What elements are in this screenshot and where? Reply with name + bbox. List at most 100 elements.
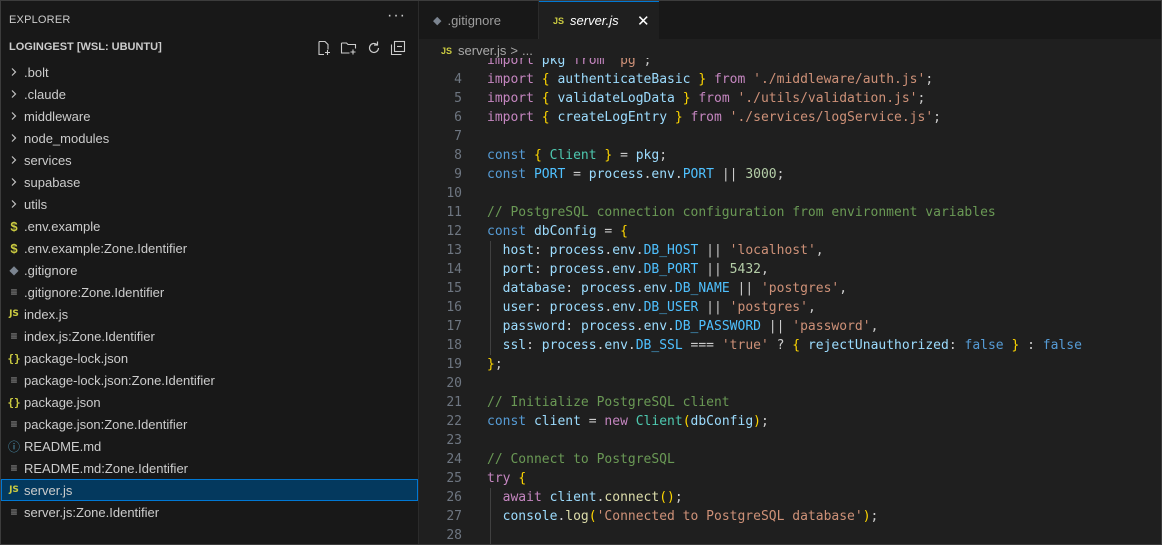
file-item[interactable]: JS index.js bbox=[1, 303, 418, 325]
code-line[interactable]: 24 // Connect to PostgreSQL bbox=[419, 450, 1161, 469]
code-line[interactable]: import pkg from 'pg'; bbox=[419, 58, 1161, 70]
file-item[interactable]: ≡ package.json:Zone.Identifier bbox=[1, 413, 418, 435]
tree-item-label: utils bbox=[24, 196, 48, 212]
tree-item-label: server.js bbox=[24, 482, 73, 498]
tree-item-label: server.js:Zone.Identifier bbox=[24, 504, 160, 520]
file-item[interactable]: $ .env.example bbox=[1, 215, 418, 237]
code-line[interactable]: 16 user: process.env.DB_USER || 'postgre… bbox=[419, 298, 1161, 317]
folder-item[interactable]: utils bbox=[1, 193, 418, 215]
code-line[interactable]: 8 const { Client } = pkg; bbox=[419, 146, 1161, 165]
code-line[interactable]: 25 try { bbox=[419, 469, 1161, 488]
code-line[interactable]: 20 bbox=[419, 374, 1161, 393]
file-item[interactable]: ⓘ README.md bbox=[1, 435, 418, 457]
file-item[interactable]: ≡ README.md:Zone.Identifier bbox=[1, 457, 418, 479]
code-line[interactable]: 12 const dbConfig = { bbox=[419, 222, 1161, 241]
tab-label: server.js bbox=[570, 13, 619, 28]
info-icon: ⓘ bbox=[7, 439, 20, 454]
json-icon: {} bbox=[7, 395, 21, 409]
collapse-all-icon[interactable] bbox=[390, 40, 406, 56]
tree-item-label: package.json bbox=[24, 394, 101, 410]
chevron-right-icon bbox=[7, 108, 21, 124]
code-line[interactable]: 15 database: process.env.DB_NAME || 'pos… bbox=[419, 279, 1161, 298]
explorer-sidebar: EXPLORER ··· LOGINGEST [WSL: UBUNTU] .bo… bbox=[1, 1, 419, 544]
tab-gitignore[interactable]: ◆ .gitignore bbox=[419, 1, 539, 39]
file-item[interactable]: $ .env.example:Zone.Identifier bbox=[1, 237, 418, 259]
code-line[interactable]: 18 ssl: process.env.DB_SSL === 'true' ? … bbox=[419, 336, 1161, 355]
line-number: 11 bbox=[446, 205, 462, 220]
project-title[interactable]: LOGINGEST [WSL: UBUNTU] bbox=[9, 41, 162, 53]
breadcrumb-more[interactable]: ... bbox=[522, 43, 533, 58]
code-line[interactable]: 10 bbox=[419, 184, 1161, 203]
chevron-right-icon bbox=[7, 196, 21, 212]
line-number: 6 bbox=[454, 110, 462, 125]
code-text: // Connect to PostgreSQL bbox=[487, 452, 675, 467]
file-item[interactable]: JS server.js bbox=[1, 479, 418, 501]
tree-item-label: .env.example bbox=[24, 218, 101, 234]
code-line[interactable]: 22 const client = new Client(dbConfig); bbox=[419, 412, 1161, 431]
code-line[interactable]: 17 password: process.env.DB_PASSWORD || … bbox=[419, 317, 1161, 336]
js-icon: JS bbox=[9, 309, 19, 319]
file-item[interactable]: {} package.json bbox=[1, 391, 418, 413]
chevron-right-icon bbox=[7, 152, 21, 168]
line-number: 18 bbox=[446, 338, 462, 353]
line-number: 5 bbox=[454, 91, 462, 106]
breadcrumb-file[interactable]: server.js bbox=[458, 43, 506, 58]
code-text: user: process.env.DB_USER || 'postgres', bbox=[502, 300, 816, 315]
line-number: 28 bbox=[446, 528, 462, 543]
tree-item-label: index.js:Zone.Identifier bbox=[24, 328, 155, 344]
code-line[interactable]: 4 import { authenticateBasic } from './mi… bbox=[419, 70, 1161, 89]
code-text: database: process.env.DB_NAME || 'postgr… bbox=[502, 281, 848, 296]
new-file-icon[interactable] bbox=[316, 40, 332, 56]
new-folder-icon[interactable] bbox=[340, 40, 358, 56]
tree-item-label: README.md bbox=[24, 438, 102, 454]
code-line[interactable]: 28 bbox=[419, 526, 1161, 544]
code-line[interactable]: 26 await client.connect(); bbox=[419, 488, 1161, 507]
file-item[interactable]: ≡ package-lock.json:Zone.Identifier bbox=[1, 369, 418, 391]
code-text: import { authenticateBasic } from './mid… bbox=[487, 72, 934, 87]
line-number: 26 bbox=[446, 490, 462, 505]
code-line[interactable]: 19}; bbox=[419, 355, 1161, 374]
folder-item[interactable]: services bbox=[1, 149, 418, 171]
tree-item-label: services bbox=[24, 152, 72, 168]
js-icon: JS bbox=[9, 485, 19, 495]
folder-item[interactable]: .bolt bbox=[1, 61, 418, 83]
line-number: 8 bbox=[454, 148, 462, 163]
code-line[interactable]: 11 // PostgreSQL connection configuration… bbox=[419, 203, 1161, 222]
folder-item[interactable]: middleware bbox=[1, 105, 418, 127]
code-text: const { Client } = pkg; bbox=[487, 148, 668, 163]
code-line[interactable]: 21 // Initialize PostgreSQL client bbox=[419, 393, 1161, 412]
code-text: ssl: process.env.DB_SSL === 'true' ? { r… bbox=[502, 338, 1082, 353]
code-line[interactable]: 6 import { createLogEntry } from './servi… bbox=[419, 108, 1161, 127]
folder-item[interactable]: .claude bbox=[1, 83, 418, 105]
file-item[interactable]: ◆ .gitignore bbox=[1, 259, 418, 281]
tab-server-js[interactable]: JS server.js ✕ bbox=[539, 1, 659, 39]
chevron-right-icon bbox=[7, 64, 21, 80]
tab-bar: ◆ .gitignore JS server.js ✕ bbox=[419, 1, 1161, 39]
code-line[interactable]: 9 const PORT = process.env.PORT || 3000; bbox=[419, 165, 1161, 184]
code-editor[interactable]: import pkg from 'pg'; 4 import { authentic… bbox=[419, 58, 1161, 544]
explorer-title: EXPLORER bbox=[9, 14, 71, 26]
code-line[interactable]: 7 bbox=[419, 127, 1161, 146]
file-item[interactable]: ≡ .gitignore:Zone.Identifier bbox=[1, 281, 418, 303]
more-actions-button[interactable]: ··· bbox=[387, 7, 406, 25]
tree-item-label: .env.example:Zone.Identifier bbox=[24, 240, 188, 256]
close-icon[interactable]: ✕ bbox=[637, 12, 650, 30]
code-line[interactable]: 14 port: process.env.DB_PORT || 5432, bbox=[419, 260, 1161, 279]
file-item[interactable]: {} package-lock.json bbox=[1, 347, 418, 369]
file-item[interactable]: ≡ server.js:Zone.Identifier bbox=[1, 501, 418, 523]
code-line[interactable]: 5 import { validateLogData } from './util… bbox=[419, 89, 1161, 108]
refresh-icon[interactable] bbox=[366, 40, 382, 56]
code-text: const PORT = process.env.PORT || 3000; bbox=[487, 167, 785, 182]
code-line[interactable]: 23 bbox=[419, 431, 1161, 450]
chevron-right-icon bbox=[7, 86, 21, 102]
file-item[interactable]: ≡ index.js:Zone.Identifier bbox=[1, 325, 418, 347]
tree-item-label: node_modules bbox=[24, 130, 110, 146]
tree-item-label: package.json:Zone.Identifier bbox=[24, 416, 188, 432]
folder-item[interactable]: supabase bbox=[1, 171, 418, 193]
line-number: 4 bbox=[454, 72, 462, 87]
code-text: try { bbox=[487, 471, 527, 486]
code-line[interactable]: 13 host: process.env.DB_HOST || 'localho… bbox=[419, 241, 1161, 260]
folder-item[interactable]: node_modules bbox=[1, 127, 418, 149]
code-line[interactable]: 27 console.log('Connected to PostgreSQL … bbox=[419, 507, 1161, 526]
lines-icon: ≡ bbox=[10, 505, 18, 519]
